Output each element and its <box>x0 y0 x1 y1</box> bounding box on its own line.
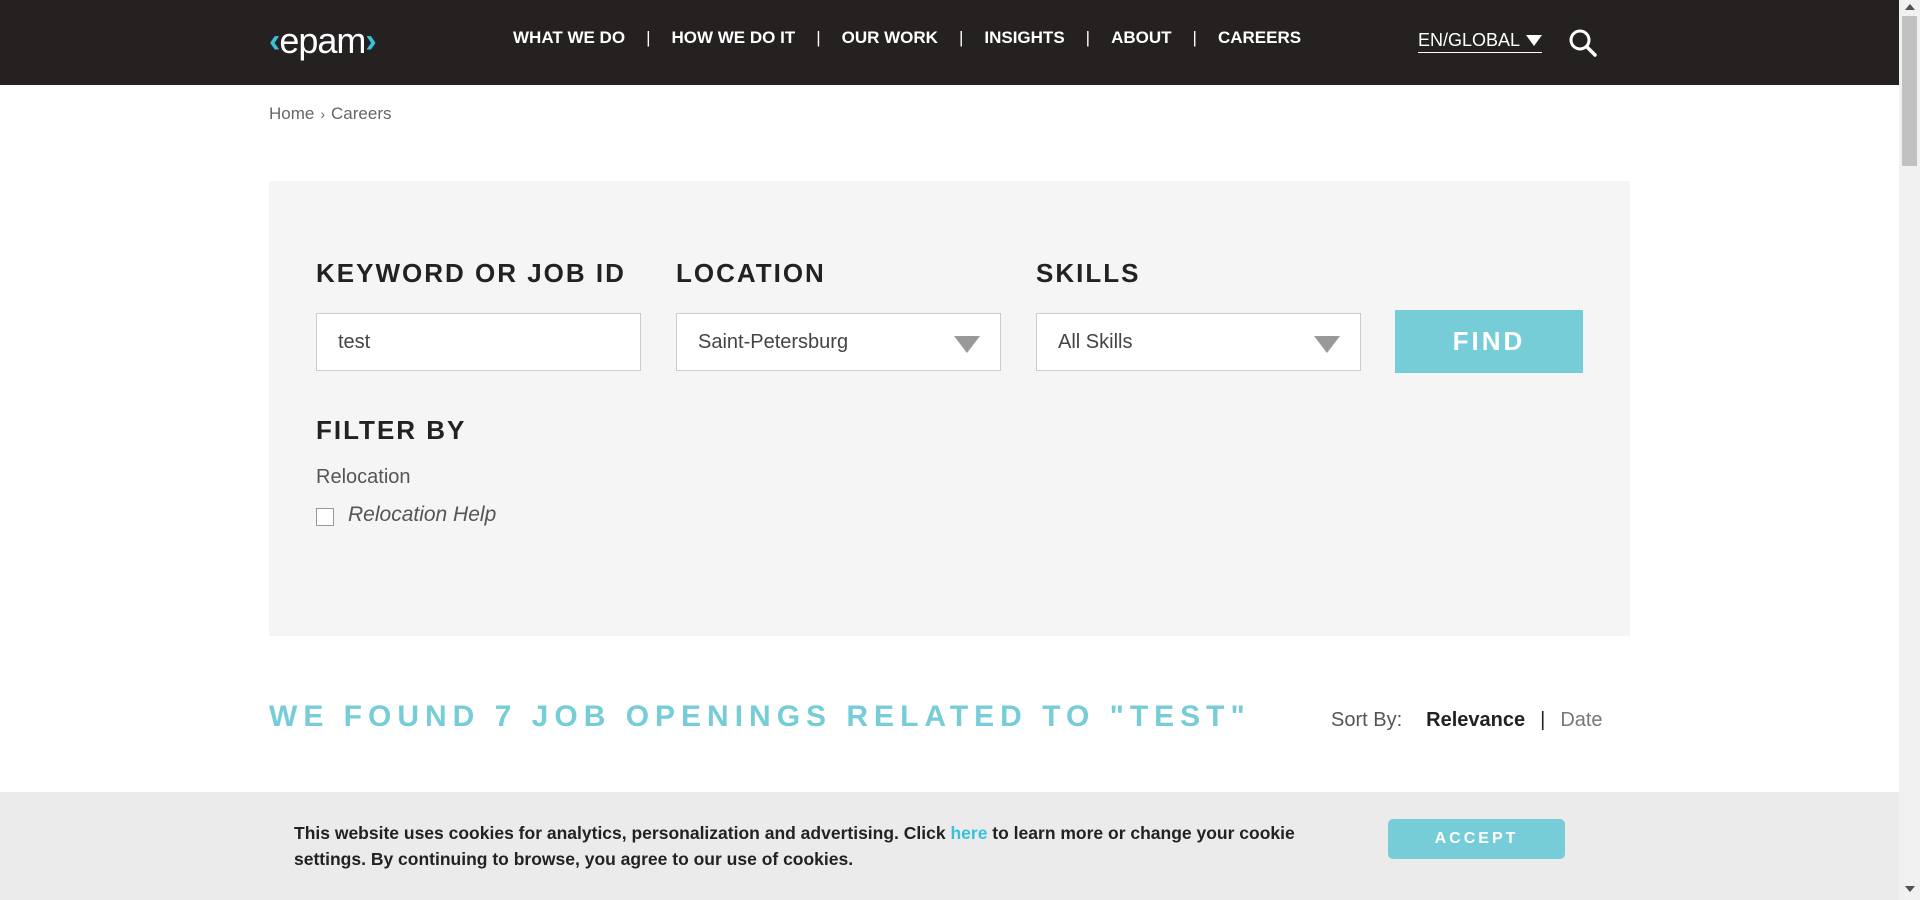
logo-left-bracket: ‹ <box>269 21 280 60</box>
filter-by-heading: FILTER BY <box>316 415 467 445</box>
relocation-help-checkbox[interactable] <box>316 508 334 526</box>
caret-down-icon <box>1526 35 1543 46</box>
keyword-label: KEYWORD OR JOB ID <box>316 258 626 288</box>
cookie-message: This website uses cookies for analytics,… <box>294 820 1354 872</box>
keyword-input[interactable]: test <box>316 313 641 371</box>
nav-how-we-do-it[interactable]: HOW WE DO IT <box>671 28 795 48</box>
find-button[interactable]: FIND <box>1395 310 1583 373</box>
sort-separator: | <box>1540 709 1546 731</box>
top-navigation-bar: ‹ epam › WHAT WE DO | HOW WE DO IT | OUR W… <box>0 0 1899 85</box>
accept-cookies-button[interactable]: ACCEPT <box>1388 819 1565 859</box>
main-nav: WHAT WE DO | HOW WE DO IT | OUR WORK | I… <box>513 28 1301 48</box>
location-label: LOCATION <box>676 258 826 288</box>
job-search-panel <box>269 181 1630 636</box>
skills-select[interactable]: All Skills <box>1036 313 1361 371</box>
skills-label: SKILLS <box>1036 258 1141 288</box>
nav-separator: | <box>958 28 964 47</box>
nav-separator: | <box>816 28 821 47</box>
language-label: EN/GLOBAL <box>1418 30 1521 50</box>
sort-controls: Sort By: Relevance | Date <box>1331 709 1603 732</box>
nav-about[interactable]: ABOUT <box>1111 28 1171 48</box>
language-selector[interactable]: EN/GLOBAL <box>1418 30 1543 53</box>
breadcrumb: Home › Careers <box>269 104 392 124</box>
cookie-text-before: This website uses cookies for analytics,… <box>294 823 951 843</box>
relocation-group-label: Relocation <box>316 466 411 488</box>
nav-careers[interactable]: CAREERS <box>1218 28 1301 48</box>
nav-separator: | <box>1085 28 1091 47</box>
scroll-up-arrow-icon[interactable] <box>1905 4 1915 10</box>
location-select[interactable]: Saint-Petersburg <box>676 313 1001 371</box>
sort-date[interactable]: Date <box>1560 709 1602 732</box>
relocation-help-label[interactable]: Relocation Help <box>348 503 496 527</box>
keyword-input-value: test <box>338 330 371 353</box>
breadcrumb-current: Careers <box>331 104 392 123</box>
nav-separator: | <box>646 28 651 47</box>
results-heading: WE FOUND 7 JOB OPENINGS RELATED TO "TEST… <box>269 700 1251 733</box>
nav-separator: | <box>1192 28 1197 47</box>
scroll-down-arrow-icon[interactable] <box>1905 886 1915 892</box>
skills-select-value: All Skills <box>1058 330 1133 353</box>
dropdown-arrow-icon <box>1314 336 1340 353</box>
location-select-value: Saint-Petersburg <box>698 330 849 353</box>
sort-relevance[interactable]: Relevance <box>1426 709 1525 732</box>
logo-text: epam <box>279 20 366 61</box>
nav-what-we-do[interactable]: WHAT WE DO <box>513 28 625 48</box>
chevron-right-icon: › <box>320 106 326 122</box>
scrollbar-thumb[interactable] <box>1902 16 1917 166</box>
search-icon[interactable] <box>1568 28 1598 58</box>
nav-our-work[interactable]: OUR WORK <box>842 28 938 48</box>
breadcrumb-home[interactable]: Home <box>269 104 314 124</box>
logo-right-bracket: › <box>365 21 376 60</box>
sort-by-label: Sort By: <box>1331 709 1403 731</box>
cookie-here-link[interactable]: here <box>950 823 987 843</box>
dropdown-arrow-icon <box>954 336 980 353</box>
nav-insights[interactable]: INSIGHTS <box>984 28 1064 48</box>
epam-logo[interactable]: ‹ epam › <box>269 18 377 64</box>
